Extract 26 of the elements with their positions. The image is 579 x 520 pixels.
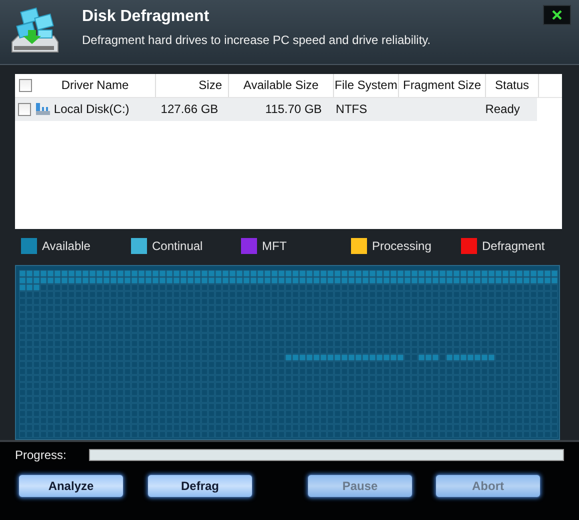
column-header[interactable]: Fragment Size xyxy=(399,74,486,97)
legend-label: Available xyxy=(42,238,90,253)
progress-label: Progress: xyxy=(15,448,68,462)
legend-label: MFT xyxy=(262,238,287,253)
table-cell-text: NTFS xyxy=(334,102,368,116)
table-cell-text: 127.66 GB xyxy=(160,102,220,116)
checkbox[interactable] xyxy=(18,102,32,116)
action-button[interactable]: Defrag xyxy=(147,474,253,498)
column-header[interactable]: Available Size xyxy=(229,74,334,97)
action-button[interactable]: Analyze xyxy=(18,474,124,498)
legend-label: Processing xyxy=(372,238,432,253)
column-header[interactable]: File System xyxy=(334,74,399,97)
table-cell: Local Disk(C:) xyxy=(54,102,130,116)
subtitle: Defragment hard drives to increase PC speed and drive reliability. xyxy=(82,33,431,47)
checkbox[interactable] xyxy=(18,78,32,92)
legend-label: Defragment xyxy=(482,238,545,253)
close-icon xyxy=(552,10,562,20)
window-title: Disk Defragment xyxy=(82,8,210,26)
table-cell-text: Ready xyxy=(484,102,521,116)
column-header[interactable]: Size xyxy=(156,74,229,97)
drive-icon xyxy=(34,102,51,116)
table-cell-text: 115.70 GB xyxy=(264,102,323,116)
close-button[interactable] xyxy=(543,5,571,25)
column-header[interactable]: Driver Name xyxy=(35,74,156,97)
column-header[interactable]: Status xyxy=(486,74,539,97)
legend-label: Continual xyxy=(152,238,203,253)
